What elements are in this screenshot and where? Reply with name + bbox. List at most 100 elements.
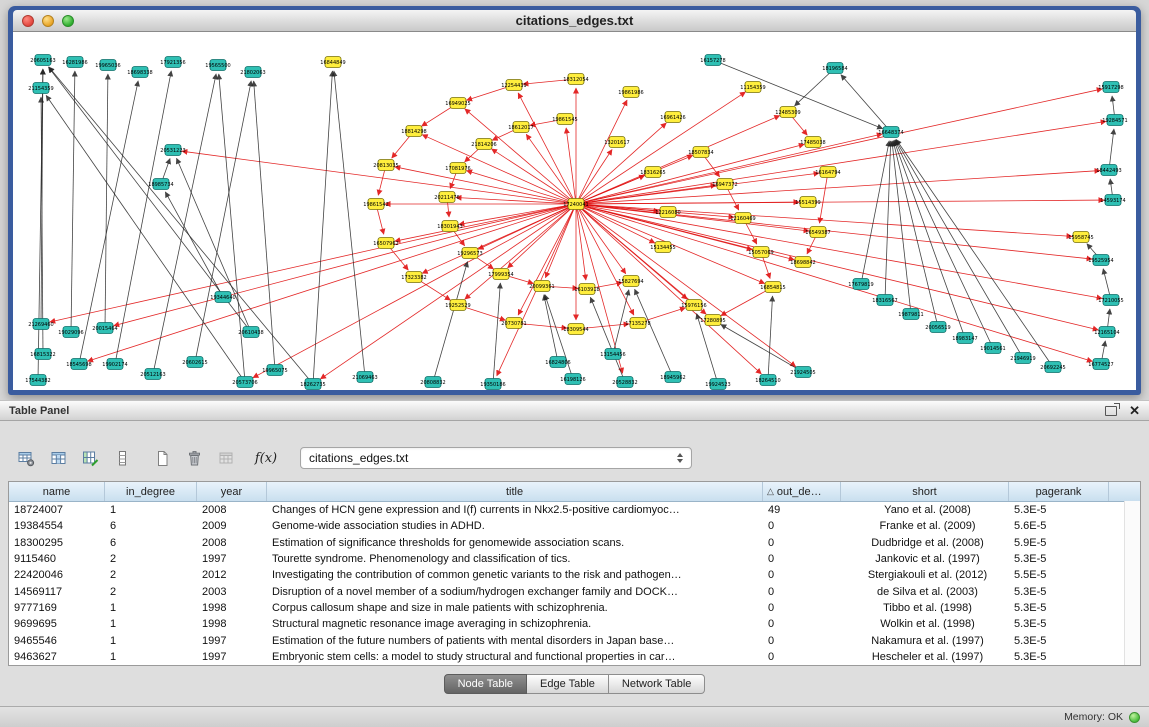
vertical-scrollbar[interactable] [1124,501,1140,665]
table-row[interactable]: 911546021997Tourette syndrome. Phenomeno… [9,551,1140,567]
table-cell-year: 1997 [197,635,267,647]
graph-node-label: 18196584 [822,66,847,72]
graph-node-label: 17921356 [160,60,185,66]
tab-node-table[interactable]: Node Table [444,674,527,694]
tab-network-table[interactable]: Network Table [609,674,706,694]
dropdown-arrows-icon [677,453,683,463]
graph-edge [576,100,627,204]
import-table-button[interactable] [212,445,240,471]
graph-node-label: 12160469 [730,216,755,222]
function-builder-button[interactable]: f(x) [252,445,280,471]
table-row[interactable]: 946554611997Estimation of the future num… [9,632,1140,648]
column-header-year[interactable]: year [197,482,267,501]
graph-node-label: 19344640 [210,295,235,301]
graph-node-label: 16198126 [560,377,585,383]
window-controls [22,15,74,27]
graph-node-label: 21924505 [790,370,815,376]
zoom-button[interactable] [62,15,74,27]
graph-edge [896,139,1053,367]
graph-edge [576,204,761,374]
graph-node-label: 15057069 [748,250,773,256]
table-cell-pagerank: 5.3E-5 [1009,586,1109,598]
table-row[interactable]: 1938455462009Genome-wide association stu… [9,518,1140,534]
minimize-button[interactable] [42,15,54,27]
close-panel-icon[interactable]: ✕ [1129,404,1140,417]
delete-table-button[interactable] [180,445,208,471]
table-row[interactable]: 1872400712008Changes of HCN gene express… [9,502,1140,518]
table-row[interactable]: 1456911722003Disruption of a novel membe… [9,583,1140,599]
network-canvas[interactable]: 1724004118312054122544391694902518814298… [13,32,1136,390]
graph-edge [508,204,576,268]
table-cell-in_degree: 2 [105,553,197,565]
graph-node-label: 19924523 [705,382,730,388]
table-cell-title: Embryonic stem cells: a model to study s… [267,651,763,663]
table-row[interactable]: 969969511998Structural magnetic resonanc… [9,616,1140,632]
column-header-out_degree[interactable]: △out_de… [763,482,841,501]
select-columns-button[interactable] [44,445,72,471]
edit-columns-icon [82,450,99,467]
table-row[interactable]: 1830029562008Estimation of significance … [9,535,1140,551]
graph-node-label: 16103918 [574,287,599,293]
graph-node-label: 21269460 [28,322,53,328]
table-cell-short: Franke et al. (2009) [841,520,1009,532]
graph-node-label: 19296573 [457,251,482,257]
column-header-name[interactable]: name [9,482,105,501]
column-header-pagerank[interactable]: pagerank [1009,482,1109,501]
dropdown-selected-value: citations_edges.txt [309,451,677,465]
table-cell-short: Wolkin et al. (1998) [841,618,1009,630]
table-cell-pagerank: 5.6E-5 [1009,520,1109,532]
table-cell-name: 14569117 [9,586,105,598]
graph-node-label: 20602615 [182,360,207,366]
table-cell-title: Estimation of significance thresholds fo… [267,537,763,549]
table-panel-header[interactable]: Table Panel ✕ [0,400,1149,421]
graph-node-label: 20813035 [373,163,398,169]
graph-edge [253,204,576,378]
table-cell-year: 2008 [197,504,267,516]
column-header-title[interactable]: title [267,482,763,501]
memory-status-dot [1129,712,1140,723]
table-row[interactable]: 946362711997Embryonic stem cells: a mode… [9,649,1140,665]
column-view-button[interactable] [108,445,136,471]
graph-edge [819,172,828,223]
graph-node-label: 17999354 [488,272,513,278]
graph-node-label: 18507834 [688,150,713,156]
graph-node-label: 19902174 [102,362,127,368]
graph-node-label: 16648374 [878,130,903,136]
table-cell-year: 1997 [197,553,267,565]
column-header-short[interactable]: short [841,482,1009,501]
table-cell-name: 18300295 [9,537,105,549]
table-row[interactable]: 2242004622012Investigating the contribut… [9,567,1140,583]
status-bar: Memory: OK [0,706,1149,727]
column-header-in_degree[interactable]: in_degree [105,482,197,501]
graph-node-label: 15827694 [618,279,643,285]
new-table-button[interactable] [148,445,176,471]
edit-columns-button[interactable] [76,445,104,471]
table-selector-dropdown[interactable]: citations_edges.txt [300,447,692,469]
function-icon: f(x) [255,451,277,466]
graph-node-label: 18316265 [640,170,665,176]
graph-node-label: 21802063 [240,70,265,76]
graph-node-label: 11154359 [740,85,765,91]
graph-edge [478,204,576,249]
table-cell-pagerank: 5.3E-5 [1009,602,1109,614]
graph-node-label: 19965036 [95,63,120,69]
graph-node-label: 18312054 [563,77,588,83]
graph-node-label: 16774527 [1088,362,1113,368]
table-cell-pagerank: 5.9E-5 [1009,537,1109,549]
close-button[interactable] [22,15,34,27]
float-panel-icon[interactable] [1105,406,1117,416]
graph-node-label: 19029096 [58,330,83,336]
table-cell-out_degree: 0 [763,553,841,565]
graph-node-label: 19525954 [1088,258,1113,264]
graph-node-label: 19350186 [480,382,505,388]
graph-edge [893,141,938,327]
window-titlebar[interactable]: citations_edges.txt [13,10,1136,32]
tab-edge-table[interactable]: Edge Table [527,674,609,694]
table-cell-out_degree: 0 [763,618,841,630]
table-cell-name: 22420046 [9,569,105,581]
table-settings-button[interactable] [12,445,40,471]
graph-node-label: 17280895 [700,318,725,324]
graph-edge [334,71,365,377]
table-cell-short: Jankovic et al. (1997) [841,553,1009,565]
table-row[interactable]: 977716911998Corpus callosum shape and si… [9,600,1140,616]
